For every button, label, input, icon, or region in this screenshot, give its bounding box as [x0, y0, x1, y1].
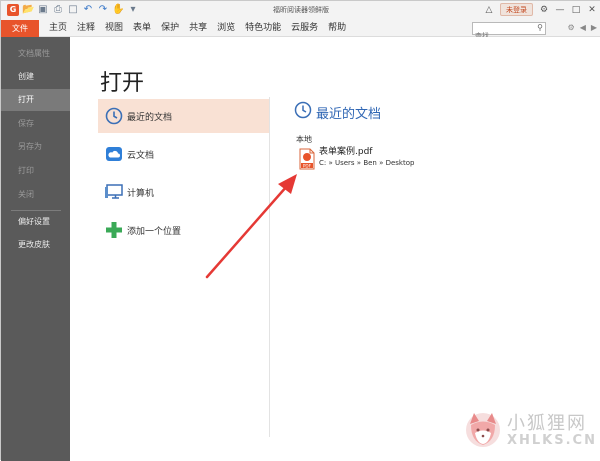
tab-file[interactable]: 文件	[1, 20, 39, 37]
location-add[interactable]: 添加一个位置	[98, 213, 270, 247]
close-icon[interactable]: ✕	[587, 5, 597, 15]
menu-protect[interactable]: 保护	[161, 20, 179, 37]
plus-icon	[103, 219, 125, 241]
menu-view[interactable]: 视图	[105, 20, 123, 37]
location-computer[interactable]: 计算机	[98, 175, 270, 209]
maximize-icon[interactable]: □	[571, 5, 581, 15]
sidebar-item-change-skin[interactable]: 更改皮肤	[1, 234, 70, 256]
menu-list: 主页 注释 视图 表单 保护 共享 浏览 特色功能 云服务 帮助	[49, 20, 356, 37]
sidebar-item-save-as[interactable]: 另存为	[1, 136, 70, 158]
save-icon[interactable]: ▣	[37, 4, 49, 16]
settings-icon[interactable]: ⚙	[539, 5, 549, 15]
local-section-label: 本地	[296, 135, 312, 144]
sidebar-item-open[interactable]: 打开	[1, 89, 70, 111]
menu-share[interactable]: 共享	[189, 20, 207, 37]
recent-heading: 最近的文档	[294, 101, 381, 123]
location-cloud[interactable]: 云文档	[98, 137, 270, 171]
shirt-skin-icon[interactable]: △	[484, 5, 494, 15]
file-sidebar: 文档属性 创建 打开 保存 另存为 打印 关闭 偏好设置 更改皮肤	[1, 37, 70, 461]
dropdown-icon[interactable]: ▾	[127, 4, 139, 16]
nav-back-icon[interactable]: ◀	[580, 23, 586, 32]
location-label: 最近的文档	[127, 112, 173, 123]
pdf-badge-text: PDF	[303, 163, 312, 168]
menu-right-controls: ⚙ ◀ ▶	[568, 23, 597, 32]
watermark-cn: 小狐狸网	[507, 413, 587, 434]
recent-heading-label: 最近的文档	[316, 106, 382, 122]
hand-tool-icon[interactable]: ✋	[112, 4, 124, 16]
nav-forward-icon[interactable]: ▶	[591, 23, 597, 32]
menu-cloud[interactable]: 云服务	[291, 20, 318, 37]
panel-divider	[269, 97, 270, 437]
recent-file-item[interactable]: PDF 表单案例.pdf C: » Users » Ben » Desktop	[299, 146, 414, 170]
menu-home[interactable]: 主页	[49, 20, 67, 37]
sidebar-item-close[interactable]: 关闭	[1, 184, 70, 206]
redo-icon[interactable]: ↷	[97, 4, 109, 16]
undo-icon[interactable]: ↶	[82, 4, 94, 16]
minimize-icon[interactable]: —	[555, 5, 565, 15]
pdf-file-icon: PDF	[299, 148, 315, 170]
watermark-text: 小狐狸网 XHLKS.CN	[507, 414, 597, 448]
watermark-en: XHLKS.CN	[507, 433, 597, 448]
page-title: 打开	[100, 71, 145, 96]
fox-logo-icon	[463, 409, 503, 453]
options-icon[interactable]: ⚙	[568, 23, 575, 32]
recent-file-name: 表单案例.pdf	[319, 147, 373, 157]
app-window: G 📂 ▣ ⎙ □ ↶ ↷ ✋ ▾ 福昕阅读器领鲜版 △ 未登录 ⚙ — □ ✕…	[0, 0, 600, 461]
open-panel: 打开 最近的文档 云文档 计算机 添加一个位置 最近的文档 本地 PDF 表单案…	[70, 37, 600, 461]
cloud-icon	[103, 143, 125, 165]
watermark: 小狐狸网 XHLKS.CN	[463, 409, 597, 453]
computer-icon	[103, 181, 125, 203]
sidebar-item-properties[interactable]: 文档属性	[1, 43, 70, 65]
menu-features[interactable]: 特色功能	[245, 20, 281, 37]
search-box: ⚲	[472, 22, 546, 42]
location-label: 云文档	[127, 150, 155, 161]
sidebar-item-save[interactable]: 保存	[1, 113, 70, 135]
login-button[interactable]: 未登录	[500, 3, 533, 16]
screenshot-icon[interactable]: □	[67, 4, 79, 16]
location-recent[interactable]: 最近的文档	[98, 99, 270, 133]
search-icon[interactable]: ⚲	[537, 23, 543, 32]
sidebar-item-preferences[interactable]: 偏好设置	[1, 211, 70, 233]
clock-icon	[294, 101, 312, 123]
print-icon[interactable]: ⎙	[52, 4, 64, 16]
sidebar-item-create[interactable]: 创建	[1, 66, 70, 88]
menu-bar: 文件 主页 注释 视图 表单 保护 共享 浏览 特色功能 云服务 帮助 ⚲ ⚙ …	[1, 20, 600, 42]
location-label: 计算机	[127, 188, 155, 199]
clock-icon	[103, 105, 125, 127]
location-label: 添加一个位置	[127, 226, 182, 237]
app-logo-icon[interactable]: G	[7, 4, 19, 16]
recent-file-path: C: » Users » Ben » Desktop	[319, 159, 415, 167]
window-controls: △ 未登录 ⚙ — □ ✕	[484, 3, 597, 16]
menu-browse[interactable]: 浏览	[217, 20, 235, 37]
menu-form[interactable]: 表单	[133, 20, 151, 37]
menu-help[interactable]: 帮助	[328, 20, 346, 37]
open-icon[interactable]: 📂	[22, 4, 34, 16]
quick-access-toolbar: G 📂 ▣ ⎙ □ ↶ ↷ ✋ ▾	[7, 4, 139, 16]
sidebar-item-print[interactable]: 打印	[1, 160, 70, 182]
menu-comment[interactable]: 注释	[77, 20, 95, 37]
title-bar: G 📂 ▣ ⎙ □ ↶ ↷ ✋ ▾ 福昕阅读器领鲜版 △ 未登录 ⚙ — □ ✕	[1, 1, 600, 20]
